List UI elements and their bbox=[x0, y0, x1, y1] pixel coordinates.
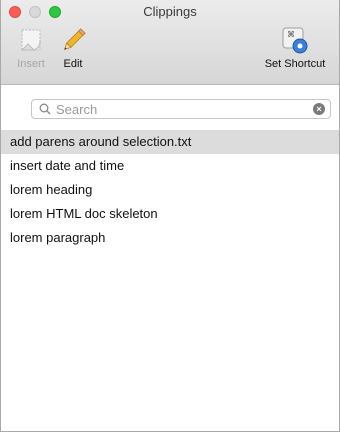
list-item[interactable]: add parens around selection.txt bbox=[1, 130, 339, 154]
pencil-icon bbox=[63, 28, 86, 51]
clear-search-icon[interactable]: × bbox=[313, 103, 325, 115]
list-item[interactable]: lorem paragraph bbox=[1, 226, 339, 250]
window-title: Clippings bbox=[143, 4, 197, 19]
list-item[interactable]: insert date and time bbox=[1, 154, 339, 178]
search-icon bbox=[39, 103, 51, 115]
set-shortcut-button[interactable]: ⌘ Set Shortcut bbox=[253, 26, 337, 70]
insert-label: Insert bbox=[17, 58, 45, 70]
clippings-window: Clippings Insert Edit ⌘ Set Shortcut Sea… bbox=[0, 0, 340, 432]
search-bar: × bbox=[1, 85, 339, 127]
search-field: × bbox=[31, 99, 331, 119]
toolbar: Clippings Insert Edit ⌘ Set Shortcut bbox=[1, 0, 339, 85]
set-shortcut-label: Set Shortcut bbox=[264, 58, 326, 70]
search-input[interactable] bbox=[56, 100, 306, 118]
edit-button[interactable]: Edit bbox=[53, 26, 93, 70]
clipping-insert-icon bbox=[20, 29, 41, 51]
svg-text:⌘: ⌘ bbox=[287, 30, 295, 39]
list-item[interactable]: lorem HTML doc skeleton bbox=[1, 202, 339, 226]
list-item[interactable]: lorem heading bbox=[1, 178, 339, 202]
command-gear-icon: ⌘ bbox=[282, 27, 308, 54]
clippings-list: add parens around selection.txt insert d… bbox=[1, 130, 339, 431]
insert-button[interactable]: Insert bbox=[11, 26, 51, 70]
edit-label: Edit bbox=[63, 58, 83, 70]
